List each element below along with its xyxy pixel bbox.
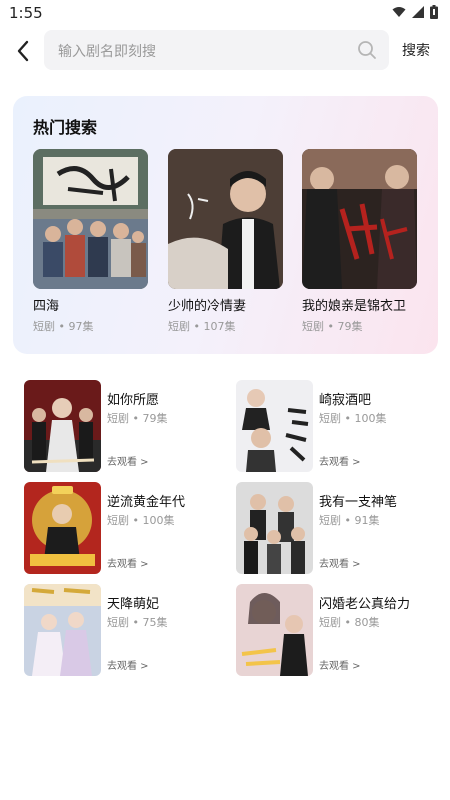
watch-link[interactable]: 去观看 > xyxy=(319,657,361,672)
list-item-title: 逆流黄金年代 xyxy=(107,495,186,510)
hot-search-item-name: 我的娘亲是锦衣卫 xyxy=(302,299,407,314)
list-item[interactable]: 如你所愿 短剧 • 79集 去观看 > xyxy=(24,380,229,472)
signal-icon xyxy=(412,6,424,18)
list-item[interactable]: 崎寂酒吧 短剧 • 100集 去观看 > xyxy=(236,380,441,472)
search-placeholder: 输入剧名即刻搜 xyxy=(58,44,156,60)
wifi-icon xyxy=(392,7,406,17)
list-item-meta: 短剧 • 79集 xyxy=(107,412,168,425)
status-icons xyxy=(392,5,438,19)
back-button[interactable] xyxy=(10,36,36,66)
list-item-title: 崎寂酒吧 xyxy=(319,393,372,408)
list-item[interactable]: 我有一支神笔 短剧 • 91集 去观看 > xyxy=(236,482,441,574)
hot-search-item-meta: 短剧 • 97集 xyxy=(33,320,94,333)
list-item-title: 我有一支神笔 xyxy=(319,495,398,510)
status-time: 1:55 xyxy=(9,4,43,22)
list-item[interactable]: 天降萌妃 短剧 • 75集 去观看 > xyxy=(24,584,229,676)
hot-search-title: 热门搜索 xyxy=(33,118,98,137)
poster-image xyxy=(168,149,283,289)
hot-search-item-name: 少帅的冷情妻 xyxy=(168,299,247,314)
list-item-title: 闪婚老公真给力 xyxy=(319,597,411,612)
hot-search-item[interactable]: 少帅的冷情妻 短剧 • 107集 xyxy=(168,149,283,334)
watch-link[interactable]: 去观看 > xyxy=(319,555,361,570)
battery-icon xyxy=(430,5,438,19)
poster-image xyxy=(236,482,313,574)
hot-search-item-meta: 短剧 • 107集 xyxy=(168,320,236,333)
search-input[interactable]: 输入剧名即刻搜 xyxy=(44,30,389,70)
search-icon[interactable] xyxy=(357,40,377,60)
watch-link[interactable]: 去观看 > xyxy=(107,555,149,570)
chevron-left-icon xyxy=(17,40,29,62)
hot-search-item-meta: 短剧 • 79集 xyxy=(302,320,363,333)
poster-image xyxy=(33,149,148,289)
watch-link[interactable]: 去观看 > xyxy=(107,657,149,672)
list-item-meta: 短剧 • 100集 xyxy=(319,412,387,425)
list-item-title: 如你所愿 xyxy=(107,393,160,408)
poster-image xyxy=(24,482,101,574)
list-item-meta: 短剧 • 91集 xyxy=(319,514,380,527)
list-item-meta: 短剧 • 75集 xyxy=(107,616,168,629)
search-button[interactable]: 搜索 xyxy=(402,40,430,60)
poster-image xyxy=(236,380,313,472)
list-item[interactable]: 逆流黄金年代 短剧 • 100集 去观看 > xyxy=(24,482,229,574)
hot-search-item-name: 四海 xyxy=(33,299,60,314)
list-item-meta: 短剧 • 100集 xyxy=(107,514,175,527)
hot-search-item[interactable]: 四海 短剧 • 97集 xyxy=(33,149,148,334)
list-item-title: 天降萌妃 xyxy=(107,597,160,612)
list-item[interactable]: 闪婚老公真给力 短剧 • 80集 去观看 > xyxy=(236,584,441,676)
watch-link[interactable]: 去观看 > xyxy=(107,453,149,468)
search-header: 输入剧名即刻搜 搜索 xyxy=(0,26,450,76)
hot-search-item[interactable]: 我的娘亲是锦衣卫 短剧 • 79集 xyxy=(302,149,417,334)
poster-image xyxy=(24,584,101,676)
poster-image xyxy=(24,380,101,472)
poster-image xyxy=(236,584,313,676)
status-bar: 1:55 xyxy=(0,0,450,26)
poster-image xyxy=(302,149,417,289)
watch-link[interactable]: 去观看 > xyxy=(319,453,361,468)
list-item-meta: 短剧 • 80集 xyxy=(319,616,380,629)
hot-search-card: 热门搜索 四海 短剧 • 97集 少帅的冷情妻 短剧 • 107集 我的娘亲是锦… xyxy=(13,96,438,354)
